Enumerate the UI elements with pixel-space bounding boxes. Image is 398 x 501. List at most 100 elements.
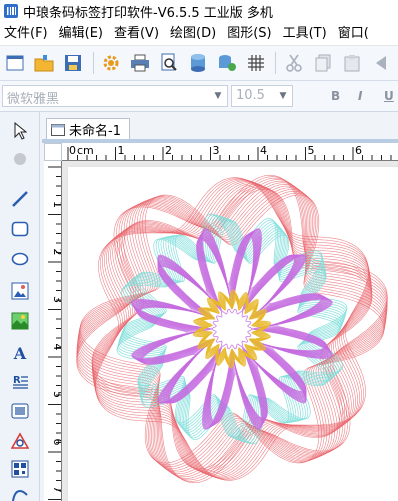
toolbar-separator: [92, 52, 94, 74]
barcode-tool-button[interactable]: [9, 400, 31, 422]
rich-text-icon: R: [13, 375, 28, 389]
paragraph-text-tool-button[interactable]: R: [9, 370, 31, 392]
print-preview-button[interactable]: [158, 51, 181, 75]
guilloche-rosette[interactable]: [68, 167, 398, 501]
menu-window[interactable]: 窗口(: [334, 22, 376, 45]
ruler-label: 3: [213, 144, 220, 157]
copy-icon: [315, 54, 331, 72]
select-tool-button[interactable]: [9, 120, 31, 142]
menu-edit[interactable]: 编辑(E): [55, 22, 110, 45]
gear-icon: [103, 55, 119, 71]
print-button[interactable]: [129, 51, 152, 75]
copy-button[interactable]: [311, 51, 334, 75]
rounded-rectangle-icon: [11, 221, 29, 237]
ruler-label: 3: [51, 296, 62, 303]
horizontal-ruler: 0 1 2 3 4 5 6 cm: [62, 143, 398, 161]
new-document-button[interactable]: [4, 51, 27, 75]
database-icon: [191, 54, 206, 72]
text-tool-button[interactable]: A: [9, 342, 31, 364]
menu-file[interactable]: 文件(F): [0, 22, 55, 45]
line-tool-button[interactable]: [9, 188, 31, 210]
menu-view[interactable]: 查看(V): [110, 22, 166, 45]
outer-petal-line: [93, 180, 371, 478]
tab-document[interactable]: 未命名-1: [46, 118, 130, 140]
ellipse-icon: [11, 252, 29, 266]
menu-bar: 文件(F) 编辑(E) 查看(V) 绘图(D) 图形(S) 工具(T) 窗口(: [0, 22, 398, 46]
font-size-select[interactable]: 10.5 ▼: [231, 85, 293, 107]
database-gear-icon: [218, 55, 236, 71]
image-tool-button[interactable]: [9, 280, 31, 302]
drawing-tools-panel: A R: [0, 112, 40, 501]
triangle-shape-icon: [11, 432, 29, 449]
ruler-label: 5: [308, 144, 315, 157]
barcode-icon: [11, 403, 29, 419]
database-settings-button[interactable]: [216, 51, 239, 75]
ellipse-tool-button[interactable]: [9, 248, 31, 270]
ruler-label: 1: [118, 144, 125, 157]
ruler-label: 4: [51, 344, 62, 351]
ruler-label: 6: [355, 144, 362, 157]
open-folder-icon: [34, 55, 54, 72]
new-window-icon: [6, 55, 24, 71]
arrow-left-icon: [375, 56, 386, 70]
menu-shape[interactable]: 图形(S): [223, 22, 278, 45]
middle-band-line: [117, 214, 347, 444]
chevron-down-icon: ▼: [279, 91, 287, 101]
ruler-label: 0: [69, 144, 76, 157]
grid-icon: [247, 55, 264, 71]
window-title: 中琅条码标签打印软件-V6.5.5 工业版 多机: [23, 5, 273, 21]
pan-tool-button[interactable]: [9, 148, 31, 170]
settings-button[interactable]: [100, 51, 123, 75]
rectangle-tool-button[interactable]: [9, 218, 31, 240]
font-family-value: 微软雅黑: [7, 92, 60, 107]
ruler-label: 2: [51, 249, 62, 256]
hand-icon: [14, 153, 26, 165]
line-icon: [12, 191, 28, 207]
ruler-unit-label: cm: [77, 144, 94, 157]
shape-tool-button[interactable]: [9, 430, 31, 452]
label-page[interactable]: [68, 167, 398, 501]
vertical-ruler: 1 2 3 4 5 6 7: [44, 161, 62, 501]
font-size-value: 10.5: [236, 88, 265, 103]
picture-icon: [11, 282, 29, 300]
undo-button[interactable]: [369, 51, 392, 75]
ruler-label: 7: [51, 486, 62, 493]
app-logo-icon: [4, 4, 18, 18]
save-disk-icon: [65, 55, 82, 71]
font-family-select[interactable]: 微软雅黑 ▼: [2, 85, 228, 107]
paste-icon: [344, 55, 360, 72]
open-button[interactable]: [33, 51, 56, 75]
curve-tool-button[interactable]: [9, 484, 31, 501]
italic-button[interactable]: I: [358, 89, 362, 103]
printer-icon: [131, 54, 150, 72]
qr-code-icon: [11, 460, 29, 478]
ruler-label: 4: [260, 144, 267, 157]
qrcode-tool-button[interactable]: [9, 458, 31, 480]
document-window-icon: [51, 123, 65, 136]
svg-text:A: A: [13, 344, 27, 362]
paste-button[interactable]: [340, 51, 363, 75]
design-canvas[interactable]: [62, 161, 398, 501]
background-image-tool-button[interactable]: [9, 310, 31, 332]
letter-a-icon: A: [13, 344, 27, 362]
chevron-down-icon: ▼: [214, 91, 222, 101]
scissors-icon: [286, 54, 302, 72]
grid-toggle-button[interactable]: [244, 51, 267, 75]
curve-icon: [12, 490, 28, 501]
menu-draw[interactable]: 绘图(D): [166, 22, 223, 45]
bold-button[interactable]: B: [331, 89, 340, 103]
ruler-label: 5: [51, 391, 62, 398]
menu-tools[interactable]: 工具(T): [279, 22, 334, 45]
database-button[interactable]: [187, 51, 210, 75]
main-toolbar: [0, 46, 398, 81]
print-preview-icon: [161, 53, 177, 71]
inner-star-line: [133, 230, 331, 428]
toolbar-separator: [275, 52, 277, 74]
title-bar: 中琅条码标签打印软件-V6.5.5 工业版 多机: [0, 0, 398, 22]
ruler-corner: [44, 143, 62, 161]
cut-button[interactable]: [282, 51, 305, 75]
underline-button[interactable]: U: [384, 89, 394, 103]
save-button[interactable]: [62, 51, 85, 75]
format-toolbar: 微软雅黑 ▼ 10.5 ▼ B I U: [0, 81, 398, 112]
pointer-arrow-icon: [14, 122, 27, 140]
